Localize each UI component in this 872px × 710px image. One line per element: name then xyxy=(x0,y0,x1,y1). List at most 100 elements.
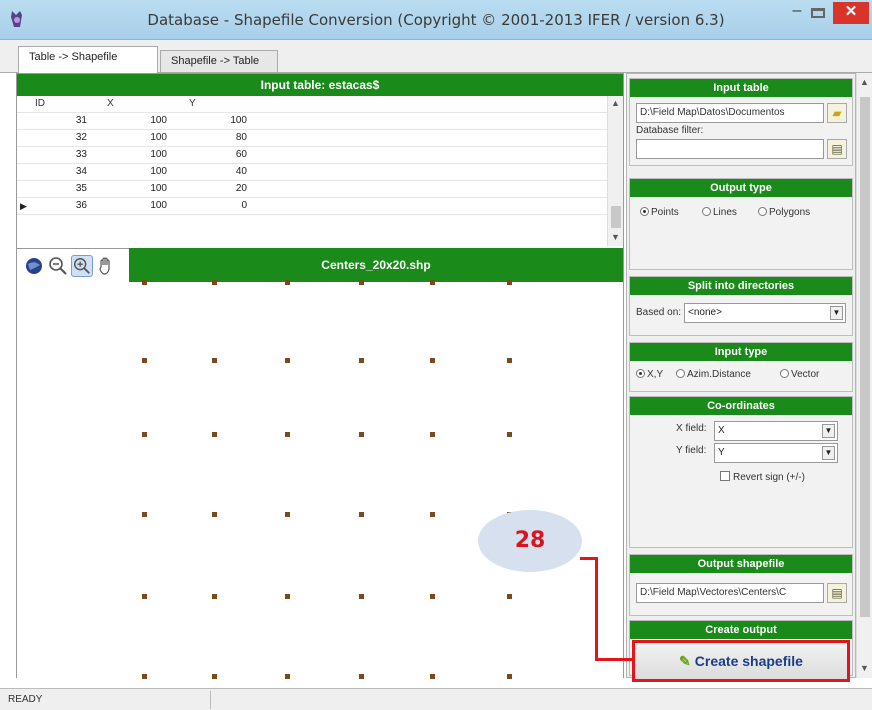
scroll-up-icon[interactable]: ▲ xyxy=(860,77,869,87)
cell-y: 40 xyxy=(235,166,247,177)
map-point xyxy=(285,674,290,679)
table-row[interactable]: 34 100 40 xyxy=(17,164,623,181)
minimize-button[interactable]: – xyxy=(788,3,806,20)
xfield-label: X field: xyxy=(676,423,707,434)
globe-icon[interactable] xyxy=(23,255,45,277)
xfield-select[interactable]: X ▼ xyxy=(714,421,838,441)
map-point xyxy=(142,280,147,285)
revert-sign-checkbox[interactable]: Revert sign (+/-) xyxy=(720,471,805,483)
status-bar: READY xyxy=(0,688,872,710)
map-point xyxy=(285,280,290,285)
zoom-in-icon[interactable] xyxy=(71,255,93,277)
chevron-down-icon[interactable]: ▼ xyxy=(822,446,835,460)
radio-dot-icon xyxy=(636,369,645,378)
current-row-indicator-icon: ▶ xyxy=(20,201,27,211)
radio-dot-icon xyxy=(702,207,711,216)
checkbox-icon xyxy=(720,471,730,481)
scroll-thumb[interactable] xyxy=(611,206,621,228)
output-shapefile-header: Output shapefile xyxy=(630,555,852,573)
browse-folder-button[interactable]: ▰ xyxy=(827,103,847,123)
table-row[interactable]: 33 100 60 xyxy=(17,147,623,164)
map-point xyxy=(430,432,435,437)
output-browse-button[interactable]: ▤ xyxy=(827,583,847,603)
radio-points[interactable]: Points xyxy=(640,207,679,218)
based-on-select[interactable]: <none> ▼ xyxy=(684,303,846,323)
output-type-section: Output type Points Lines Polygons xyxy=(629,178,853,270)
map-point xyxy=(142,432,147,437)
grid-scrollbar[interactable]: ▲ ▼ xyxy=(607,96,623,246)
radio-vector[interactable]: Vector xyxy=(780,369,819,380)
column-header-id[interactable]: ID xyxy=(35,98,75,109)
map-point xyxy=(142,512,147,517)
map-point xyxy=(142,358,147,363)
split-section: Split into directories Based on: <none> … xyxy=(629,276,853,336)
map-point xyxy=(212,674,217,679)
scroll-thumb[interactable] xyxy=(860,97,870,617)
pan-hand-icon[interactable] xyxy=(95,255,117,277)
window-title: Database - Shapefile Conversion (Copyrig… xyxy=(147,11,725,29)
yfield-select[interactable]: Y ▼ xyxy=(714,443,838,463)
table-row[interactable]: 35 100 20 xyxy=(17,181,623,198)
table-row[interactable]: 31 100 100 xyxy=(17,113,623,130)
step-number-callout: 28 xyxy=(478,510,582,572)
table-row[interactable]: 32 100 80 xyxy=(17,130,623,147)
scroll-up-icon[interactable]: ▲ xyxy=(611,98,620,108)
map-point xyxy=(430,594,435,599)
radio-xy[interactable]: X,Y xyxy=(636,369,663,380)
panel-scrollbar[interactable]: ▲ ▼ xyxy=(856,73,872,678)
cell-id: 35 xyxy=(75,183,87,194)
map-point xyxy=(212,432,217,437)
radio-azim-distance[interactable]: Azim.Distance xyxy=(676,369,751,380)
scroll-down-icon[interactable]: ▼ xyxy=(611,232,620,242)
table-row-current[interactable]: ▶ 36 100 0 xyxy=(17,198,623,215)
input-table-header: Input table: estacas$ xyxy=(17,74,623,96)
chevron-down-icon[interactable]: ▼ xyxy=(830,306,843,320)
left-panel: Input table: estacas$ ID X Y 31 100 100 … xyxy=(16,73,624,679)
tab-table-to-shapefile[interactable]: Table -> Shapefile xyxy=(18,46,158,73)
tab-strip: Table -> Shapefile Shapefile -> Table xyxy=(0,40,872,73)
column-header-y[interactable]: Y xyxy=(189,98,196,109)
cell-x: 100 xyxy=(150,115,167,126)
cell-id: 32 xyxy=(75,132,87,143)
document-icon: ▤ xyxy=(831,142,843,156)
map-canvas[interactable] xyxy=(17,280,623,679)
chevron-down-icon[interactable]: ▼ xyxy=(822,424,835,438)
radio-dot-icon xyxy=(780,369,789,378)
map-point xyxy=(507,432,512,437)
cell-x: 100 xyxy=(150,200,167,211)
map-point xyxy=(507,358,512,363)
yfield-value: Y xyxy=(718,447,725,458)
column-header-x[interactable]: X xyxy=(107,98,114,109)
cell-x: 100 xyxy=(150,149,167,160)
zoom-out-icon[interactable] xyxy=(47,255,69,277)
settings-panel: Input table D:\Field Map\Datos\Documento… xyxy=(626,73,856,678)
map-point xyxy=(142,674,147,679)
cell-y: 0 xyxy=(241,200,247,211)
database-filter-input[interactable] xyxy=(636,139,824,159)
cell-id: 33 xyxy=(75,149,87,160)
maximize-button[interactable] xyxy=(811,8,825,18)
map-point xyxy=(430,512,435,517)
create-shapefile-button[interactable]: ✎ Create shapefile xyxy=(632,640,850,682)
scroll-down-icon[interactable]: ▼ xyxy=(860,663,869,673)
close-button[interactable]: ✕ xyxy=(833,2,869,24)
cell-y: 20 xyxy=(235,183,247,194)
tab-shapefile-to-table[interactable]: Shapefile -> Table xyxy=(160,50,278,72)
radio-polygons[interactable]: Polygons xyxy=(758,207,810,218)
cell-id: 36 xyxy=(75,200,87,211)
coordinates-header: Co-ordinates xyxy=(630,397,852,415)
map-point xyxy=(430,280,435,285)
based-on-value: <none> xyxy=(688,307,722,318)
data-grid[interactable]: ID X Y 31 100 100 32 100 80 33 100 60 34… xyxy=(17,96,623,246)
output-shapefile-path-field[interactable]: D:\Field Map\Vectores\Centers\C xyxy=(636,583,824,603)
map-point xyxy=(285,432,290,437)
radio-lines[interactable]: Lines xyxy=(702,207,737,218)
filter-document-button[interactable]: ▤ xyxy=(827,139,847,159)
yfield-label: Y field: xyxy=(676,445,707,456)
input-table-path-field[interactable]: D:\Field Map\Datos\Documentos xyxy=(636,103,824,123)
radio-dot-icon xyxy=(758,207,767,216)
map-point xyxy=(359,432,364,437)
map-point xyxy=(212,594,217,599)
map-point xyxy=(507,594,512,599)
grid-header-row: ID X Y xyxy=(17,96,623,113)
